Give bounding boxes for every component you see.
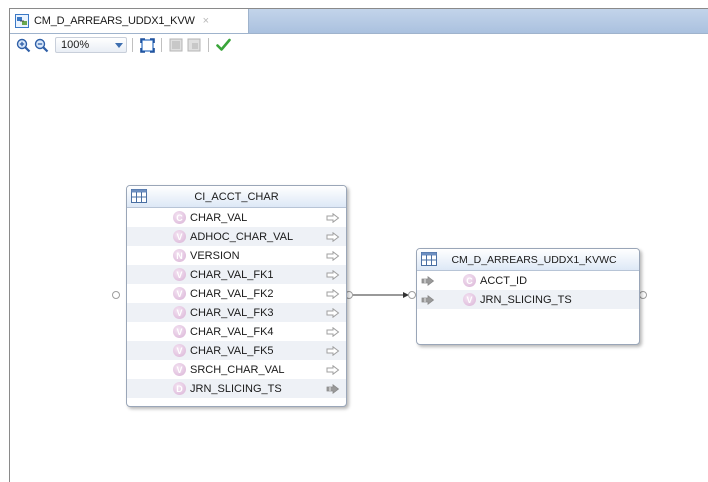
fit-to-window-icon — [139, 37, 155, 53]
output-arrow-icon[interactable] — [326, 288, 340, 299]
column-name: CHAR_VAL_FK1 — [190, 268, 274, 281]
column-row[interactable]: V CHAR_VAL_FK3 — [127, 303, 346, 322]
table-grid-icon — [421, 252, 437, 266]
column-type-icon: V — [173, 306, 186, 319]
column-name: CHAR_VAL — [190, 211, 248, 224]
column-type-icon: V — [173, 287, 186, 300]
column-row[interactable]: C ACCT_ID — [417, 271, 639, 290]
tab-bar: CM_D_ARREARS_UDDX1_KVW × — [10, 9, 708, 34]
column-type-icon: D — [173, 382, 186, 395]
output-arrow-icon[interactable] — [326, 212, 340, 223]
column-row[interactable]: V CHAR_VAL_FK2 — [127, 284, 346, 303]
column-name: SRCH_CHAR_VAL — [190, 363, 285, 376]
column-name: JRN_SLICING_TS — [480, 293, 572, 306]
target-column-list: C ACCT_ID V JRN_SLICING_TS — [417, 271, 639, 309]
mapped-output-arrow-icon[interactable] — [326, 383, 340, 394]
tab-title: CM_D_ARREARS_UDDX1_KVW — [34, 15, 195, 27]
column-name: CHAR_VAL_FK4 — [190, 325, 274, 338]
column-type-icon: C — [463, 274, 476, 287]
column-type-icon: N — [173, 249, 186, 262]
zoom-level-value: 100% — [61, 39, 90, 51]
source-column-list: C CHAR_VAL V ADHOC_CHAR_VAL N VERSION V CHAR_VA… — [127, 208, 346, 398]
column-row[interactable]: D JRN_SLICING_TS — [127, 379, 346, 398]
output-arrow-icon[interactable] — [326, 231, 340, 242]
column-type-icon: V — [173, 325, 186, 338]
mapping-file-icon — [15, 14, 29, 28]
layout-button[interactable] — [185, 36, 203, 54]
target-table-cm-d-arrears[interactable]: CM_D_ARREARS_UDDX1_KVWC C ACCT_ID V JRN_SLI… — [416, 248, 640, 345]
table-title: CI_ACCT_CHAR — [194, 190, 279, 203]
tab-close-button[interactable]: × — [203, 15, 209, 27]
column-type-icon: V — [173, 344, 186, 357]
fit-to-window-button[interactable] — [138, 36, 156, 54]
table-grid-icon — [131, 189, 147, 203]
column-row[interactable]: V SRCH_CHAR_VAL — [127, 360, 346, 379]
column-name: CHAR_VAL_FK5 — [190, 344, 274, 357]
table-header: CM_D_ARREARS_UDDX1_KVWC — [417, 249, 639, 271]
toolbar-separator — [132, 38, 133, 52]
column-type-icon: V — [173, 268, 186, 281]
output-arrow-icon[interactable] — [326, 307, 340, 318]
target-left-port[interactable] — [408, 291, 416, 299]
column-name: ADHOC_CHAR_VAL — [190, 230, 294, 243]
column-type-icon: V — [173, 363, 186, 376]
target-right-port[interactable] — [639, 291, 647, 299]
column-row[interactable]: V CHAR_VAL_FK1 — [127, 265, 346, 284]
source-left-port[interactable] — [112, 291, 120, 299]
column-name: CHAR_VAL_FK2 — [190, 287, 274, 300]
tab-mapping[interactable]: CM_D_ARREARS_UDDX1_KVW × — [10, 9, 249, 33]
grid-button[interactable] — [167, 36, 185, 54]
column-type-icon: V — [173, 230, 186, 243]
mapped-input-arrow-icon[interactable] — [421, 275, 435, 286]
column-row[interactable]: C CHAR_VAL — [127, 208, 346, 227]
column-row[interactable]: V JRN_SLICING_TS — [417, 290, 639, 309]
source-table-ci-acct-char[interactable]: CI_ACCT_CHAR C CHAR_VAL V ADHOC_CHAR_VAL N VE… — [126, 185, 347, 407]
grid-disabled-icon — [169, 38, 183, 52]
column-row[interactable]: V ADHOC_CHAR_VAL — [127, 227, 346, 246]
toolbar-separator — [161, 38, 162, 52]
mapped-input-arrow-icon[interactable] — [421, 294, 435, 305]
column-name: JRN_SLICING_TS — [190, 382, 282, 395]
zoom-out-button[interactable] — [32, 36, 50, 54]
validate-checkmark-icon — [215, 38, 231, 51]
dropdown-arrow-icon — [112, 42, 126, 48]
toolbar-separator — [208, 38, 209, 52]
toolbar: 100% — [10, 34, 708, 56]
column-name: CHAR_VAL_FK3 — [190, 306, 274, 319]
column-row[interactable]: N VERSION — [127, 246, 346, 265]
table-header: CI_ACCT_CHAR — [127, 186, 346, 208]
output-arrow-icon[interactable] — [326, 345, 340, 356]
zoom-out-icon — [34, 38, 48, 52]
column-row[interactable]: V CHAR_VAL_FK4 — [127, 322, 346, 341]
output-arrow-icon[interactable] — [326, 326, 340, 337]
zoom-in-button[interactable] — [14, 36, 32, 54]
layout-disabled-icon — [187, 38, 201, 52]
column-name: VERSION — [190, 249, 240, 262]
diagram-canvas[interactable]: CI_ACCT_CHAR C CHAR_VAL V ADHOC_CHAR_VAL N VE… — [10, 57, 708, 482]
output-arrow-icon[interactable] — [326, 250, 340, 261]
output-arrow-icon[interactable] — [326, 269, 340, 280]
column-row[interactable]: V CHAR_VAL_FK5 — [127, 341, 346, 360]
output-arrow-icon[interactable] — [326, 364, 340, 375]
editor-frame: CM_D_ARREARS_UDDX1_KVW × 100% CI_ACCT_CH… — [9, 8, 708, 482]
column-name: ACCT_ID — [480, 274, 528, 287]
column-type-icon: V — [463, 293, 476, 306]
zoom-level-select[interactable]: 100% — [55, 37, 127, 53]
zoom-in-icon — [16, 38, 30, 52]
table-title: CM_D_ARREARS_UDDX1_KVWC — [451, 253, 617, 266]
column-type-icon: C — [173, 211, 186, 224]
validate-button[interactable] — [214, 36, 232, 54]
